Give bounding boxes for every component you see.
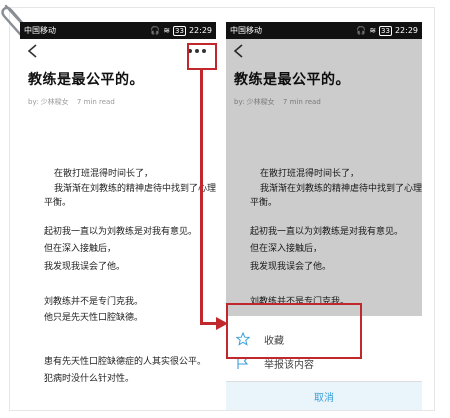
paragraph: 我渐渐在刘教练的精神虐待中找到了心理 xyxy=(54,184,216,194)
wifi-icon: ≋ xyxy=(163,26,171,35)
paragraph: 我发现我误会了他。 xyxy=(44,262,126,272)
read-time-label: 7 min read xyxy=(76,98,115,106)
author-label: by: 少林樑女 xyxy=(28,98,69,106)
article-meta: by: 少林樑女 7 min read xyxy=(28,97,216,107)
article-title: 教练是最公平的。 xyxy=(28,72,144,88)
clock-label: 22:29 xyxy=(394,26,418,35)
paragraph: 他只是先天性口腔缺德。 xyxy=(44,313,144,323)
paragraph: 起初我一直以为刘教练是对我有意见。 xyxy=(44,227,198,237)
wifi-icon: ≋ xyxy=(369,26,377,35)
battery-icon: 33 xyxy=(379,25,392,36)
back-icon[interactable] xyxy=(26,43,40,59)
highlight-action-sheet xyxy=(226,303,362,359)
phone-screen-left: 中国移动 🎧 ≋ 33 22:29 教练是最公平的。 by: 少林樑女 7 mi… xyxy=(20,22,216,410)
dim-overlay[interactable] xyxy=(226,39,422,316)
status-bar: 中国移动 🎧 ≋ 33 22:29 xyxy=(20,22,216,39)
paragraph: 平衡。 xyxy=(44,198,72,208)
clock-label: 22:29 xyxy=(188,26,212,35)
cancel-button[interactable]: 取消 xyxy=(226,381,422,410)
paragraph: 在散打班混得时间长了， xyxy=(54,169,154,179)
carrier-label: 中国移动 xyxy=(230,26,262,35)
paragraph: 但在深入接触后， xyxy=(44,244,117,254)
paragraph: 患有先天性口腔缺德症的人其实很公平。 xyxy=(44,357,207,367)
battery-icon: 33 xyxy=(173,25,186,36)
paragraph: 犯病时没什么针对性。 xyxy=(44,374,135,384)
highlight-more-button xyxy=(187,43,217,70)
status-bar: 中国移动 🎧 ≋ 33 22:29 xyxy=(226,22,422,39)
carrier-label: 中国移动 xyxy=(24,26,56,35)
paragraph: 刘教练并不是专门克我。 xyxy=(44,297,144,307)
headphone-icon: 🎧 xyxy=(150,26,161,35)
annotation-line xyxy=(200,70,203,324)
headphone-icon: 🎧 xyxy=(356,26,367,35)
